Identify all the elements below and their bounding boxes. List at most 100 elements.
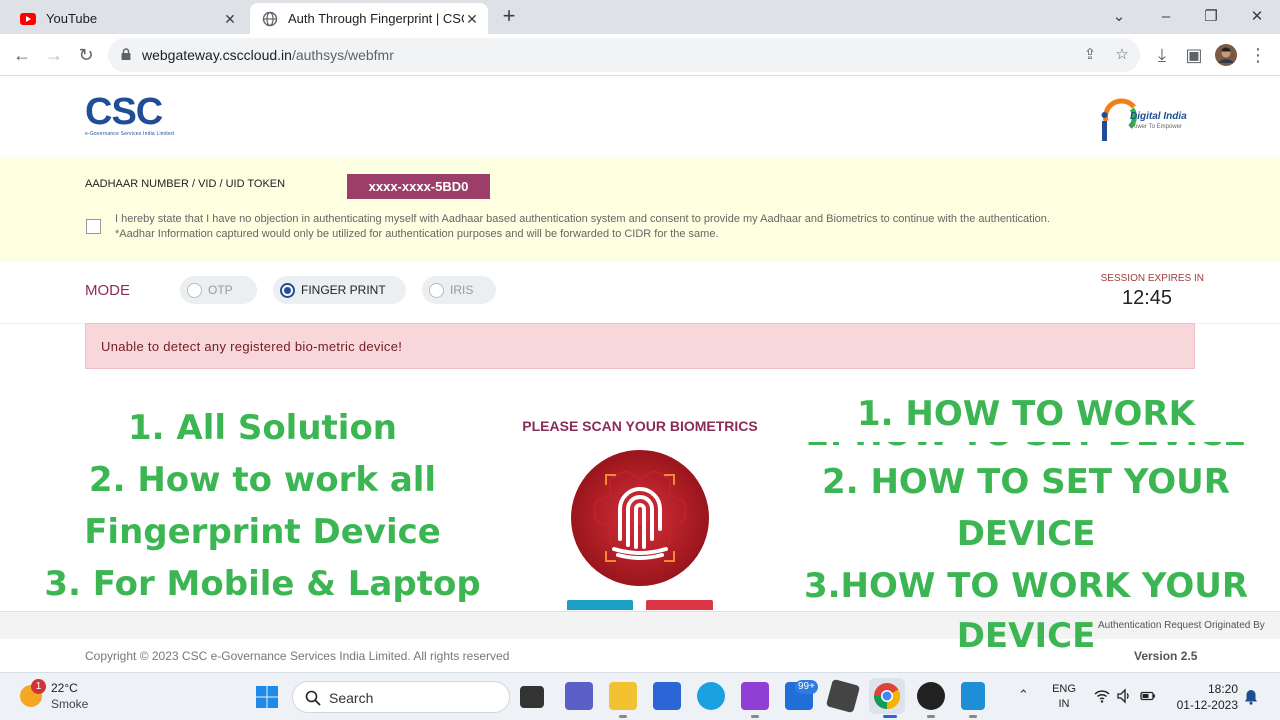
wifi-icon[interactable] xyxy=(1094,688,1110,704)
consent-checkbox[interactable] xyxy=(86,219,101,234)
maximize-button[interactable]: ❐ xyxy=(1200,6,1222,28)
aadhaar-value: xxxx-xxxx-5BD0 xyxy=(347,174,490,199)
side-panel-icon[interactable]: ▣ xyxy=(1182,43,1206,67)
app-icon[interactable] xyxy=(825,678,861,714)
alert-text: Unable to detect any registered bio-metr… xyxy=(101,339,403,354)
media-player-icon[interactable] xyxy=(917,682,945,710)
chrome-icon[interactable] xyxy=(873,682,901,710)
download-icon[interactable]: ⤓ xyxy=(1150,43,1174,67)
page-content: CSC e-Governance Services India Limited … xyxy=(0,77,1280,672)
mode-option-label: FINGER PRINT xyxy=(301,283,386,297)
tab-search-chevron-icon[interactable]: ⌄ xyxy=(1108,6,1130,28)
share-icon[interactable]: ⇪ xyxy=(1080,45,1100,65)
lang-bottom: IN xyxy=(1058,698,1070,710)
overlay-line: DEVICE xyxy=(956,514,1096,554)
media-player-active-indicator xyxy=(927,715,935,718)
profile-avatar[interactable] xyxy=(1214,43,1238,67)
reload-icon[interactable]: ↻ xyxy=(74,43,98,67)
digital-india-tagline: Power To Empower xyxy=(1130,124,1182,130)
windows-start-icon[interactable] xyxy=(255,685,279,709)
lock-icon xyxy=(121,48,131,60)
tab-auth-fingerprint[interactable]: Auth Through Fingerprint | CSC ✕ xyxy=(250,3,488,34)
weather-temperature: 22°C xyxy=(51,681,78,695)
bookmark-star-icon[interactable]: ☆ xyxy=(1112,45,1132,65)
youtube-icon xyxy=(20,11,36,27)
scan-label: PLEASE SCAN YOUR BIOMETRICS xyxy=(522,418,758,434)
taskbar-search[interactable]: Search xyxy=(292,681,510,713)
task-view-icon[interactable] xyxy=(520,686,544,708)
mode-option-iris[interactable]: IRIS xyxy=(422,276,496,304)
csc-logo-tagline: e-Governance Services India Limited xyxy=(85,131,174,137)
overlay-right-text: 1. HOW TO WORK 2. HOW TO SET YOUR DEVICE… xyxy=(800,388,1252,612)
mode-row: MODE OTP FINGER PRINT IRIS SESSION EXPIR… xyxy=(0,262,1280,324)
mode-option-otp[interactable]: OTP xyxy=(180,276,257,304)
tray-overflow-chevron-icon[interactable]: ⌃ xyxy=(1018,687,1029,703)
close-window-button[interactable]: ✕ xyxy=(1246,6,1268,28)
overlay-line: Fingerprint Device xyxy=(84,512,441,552)
teams-icon[interactable] xyxy=(565,682,593,710)
clock-date[interactable]: 01-12-2023 xyxy=(1168,698,1238,712)
notification-bell-icon[interactable] xyxy=(1244,689,1258,705)
tab-youtube[interactable]: YouTube ✕ xyxy=(8,3,246,34)
consent-text: I hereby state that I have no objection … xyxy=(115,212,1175,242)
clipchamp-active-indicator xyxy=(751,715,759,718)
file-explorer-active-indicator xyxy=(619,715,627,718)
rescan-button[interactable] xyxy=(567,600,633,610)
language-indicator[interactable]: ENG IN xyxy=(1048,682,1080,712)
microsoft-store-icon[interactable] xyxy=(653,682,681,710)
url-text: webgateway.csccloud.in/authsys/webfmr xyxy=(142,47,394,63)
tab-close-icon[interactable]: ✕ xyxy=(464,11,480,27)
forward-arrow-icon[interactable]: → xyxy=(42,43,66,67)
new-tab-button[interactable]: + xyxy=(498,5,520,28)
overlay-line: 3.HOW TO WORK YOUR xyxy=(803,566,1249,606)
tab-title: YouTube xyxy=(46,11,98,26)
error-alert: Unable to detect any registered bio-metr… xyxy=(85,323,1195,369)
url-path: /authsys/webfmr xyxy=(291,47,394,63)
radio-fingerprint[interactable] xyxy=(280,282,295,298)
go-back-button[interactable] xyxy=(646,600,713,610)
consent-text-line1: I hereby state that I have no objection … xyxy=(115,213,1050,225)
browser-toolbar: ← → ↻ webgateway.csccloud.in/authsys/web… xyxy=(0,34,1280,76)
minimize-button[interactable]: – xyxy=(1155,6,1177,28)
tab-close-icon[interactable]: ✕ xyxy=(222,11,238,27)
session-expiry-label: SESSION EXPIRES IN xyxy=(1100,273,1204,284)
windows-taskbar: 1 22°C Smoke Search 99+ ⌃ ENG IN 18:20 0… xyxy=(0,672,1280,720)
clock-time[interactable]: 18:20 xyxy=(1168,682,1238,696)
overlay-left-text: 1. All Solution 2. How to work all Finge… xyxy=(40,402,485,610)
search-icon xyxy=(305,690,321,706)
overlay-line: 2. HOW TO SET YOUR xyxy=(822,462,1230,502)
globe-icon xyxy=(262,11,278,27)
chrome-active-indicator xyxy=(883,715,897,718)
clipchamp-icon[interactable] xyxy=(741,682,769,710)
notepad-active-indicator xyxy=(969,715,977,718)
mail-badge: 99+ xyxy=(795,680,818,694)
fingerprint-icon xyxy=(571,450,709,586)
radio-iris[interactable] xyxy=(429,282,444,298)
overlay-line: 3. For Mobile & Laptop xyxy=(44,564,481,604)
url-host: webgateway.csccloud.in xyxy=(142,47,292,63)
file-explorer-icon[interactable] xyxy=(609,682,637,710)
address-bar[interactable]: webgateway.csccloud.in/authsys/webfmr ⇪ … xyxy=(108,38,1140,72)
csc-logo-letters: CSC xyxy=(85,91,163,133)
battery-icon[interactable] xyxy=(1140,688,1156,704)
notepad-icon[interactable] xyxy=(961,682,985,710)
tab-title: Auth Through Fingerprint | CSC xyxy=(288,11,464,26)
overlay-right-partial: 2. HOW TO SET DEVICE xyxy=(800,442,1252,451)
volume-icon[interactable] xyxy=(1116,688,1132,704)
edge-icon[interactable] xyxy=(697,682,725,710)
weather-description: Smoke xyxy=(51,697,89,711)
overlay-line: 2. How to work all xyxy=(88,460,437,500)
weather-badge: 1 xyxy=(31,679,46,694)
radio-otp[interactable] xyxy=(187,282,202,298)
more-menu-icon[interactable]: ⋮ xyxy=(1246,43,1270,67)
digital-india-text: Digital India xyxy=(1130,111,1187,122)
lang-top: ENG xyxy=(1052,683,1076,695)
browser-tab-bar: YouTube ✕ Auth Through Fingerprint | CSC… xyxy=(0,0,1280,34)
copyright-text: Copyright © 2023 CSC e-Governance Servic… xyxy=(85,649,510,663)
consent-text-line2: *Aadhar Information captured would only … xyxy=(115,228,719,240)
csc-logo: CSC e-Governance Services India Limited xyxy=(85,93,207,141)
session-timer: 12:45 xyxy=(1121,287,1173,309)
mode-option-fingerprint[interactable]: FINGER PRINT xyxy=(273,276,406,304)
overlay-line: 1. All Solution xyxy=(127,408,398,448)
back-arrow-icon[interactable]: ← xyxy=(10,43,34,67)
